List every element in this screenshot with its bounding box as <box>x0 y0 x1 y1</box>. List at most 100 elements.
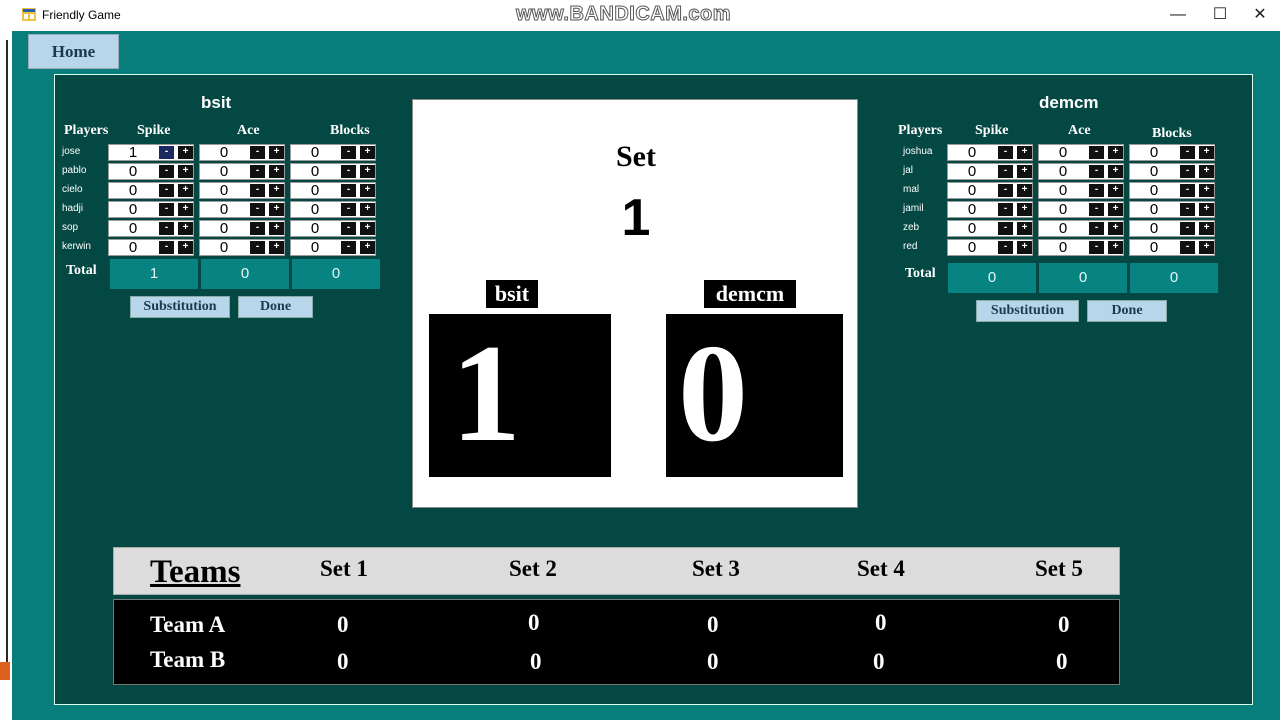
decrement-button[interactable]: - <box>998 203 1013 216</box>
increment-button[interactable]: + <box>1199 165 1214 178</box>
ace-value-input[interactable]: 0 <box>1039 221 1087 237</box>
decrement-button[interactable]: - <box>1089 222 1104 235</box>
decrement-button[interactable]: - <box>250 222 265 235</box>
decrement-button[interactable]: - <box>250 146 265 159</box>
increment-button[interactable]: + <box>360 146 375 159</box>
spike-value-input[interactable]: 0 <box>109 183 157 199</box>
increment-button[interactable]: + <box>360 184 375 197</box>
decrement-button[interactable]: - <box>341 184 356 197</box>
ace-value-input[interactable]: 0 <box>1039 145 1087 161</box>
minimize-button[interactable]: — <box>1158 4 1198 28</box>
increment-button[interactable]: + <box>1199 203 1214 216</box>
increment-button[interactable]: + <box>1108 222 1123 235</box>
decrement-button[interactable]: - <box>1089 146 1104 159</box>
team-b-substitution-button[interactable]: Substitution <box>976 300 1079 322</box>
increment-button[interactable]: + <box>1017 222 1032 235</box>
spike-value-input[interactable]: 0 <box>109 164 157 180</box>
blocks-value-input[interactable]: 0 <box>291 221 339 237</box>
ace-value-input[interactable]: 0 <box>200 164 248 180</box>
increment-button[interactable]: + <box>269 241 284 254</box>
increment-button[interactable]: + <box>1017 146 1032 159</box>
decrement-button[interactable]: - <box>1180 203 1195 216</box>
ace-value-input[interactable]: 0 <box>200 202 248 218</box>
decrement-button[interactable]: - <box>159 203 174 216</box>
decrement-button[interactable]: - <box>1180 184 1195 197</box>
ace-value-input[interactable]: 0 <box>200 240 248 256</box>
increment-button[interactable]: + <box>269 165 284 178</box>
ace-value-input[interactable]: 0 <box>200 145 248 161</box>
ace-value-input[interactable]: 0 <box>1039 240 1087 256</box>
blocks-value-input[interactable]: 0 <box>291 240 339 256</box>
team-b-done-button[interactable]: Done <box>1087 300 1167 322</box>
decrement-button[interactable]: - <box>341 241 356 254</box>
spike-value-input[interactable]: 1 <box>109 145 157 161</box>
decrement-button[interactable]: - <box>1180 241 1195 254</box>
increment-button[interactable]: + <box>178 222 193 235</box>
maximize-button[interactable]: ☐ <box>1200 4 1240 28</box>
blocks-value-input[interactable]: 0 <box>1130 240 1178 256</box>
decrement-button[interactable]: - <box>998 184 1013 197</box>
increment-button[interactable]: + <box>1199 222 1214 235</box>
increment-button[interactable]: + <box>178 165 193 178</box>
decrement-button[interactable]: - <box>341 222 356 235</box>
increment-button[interactable]: + <box>1199 184 1214 197</box>
decrement-button[interactable]: - <box>998 146 1013 159</box>
decrement-button[interactable]: - <box>1089 184 1104 197</box>
increment-button[interactable]: + <box>360 203 375 216</box>
increment-button[interactable]: + <box>1108 184 1123 197</box>
decrement-button[interactable]: - <box>341 203 356 216</box>
decrement-button[interactable]: - <box>159 165 174 178</box>
decrement-button[interactable]: - <box>250 203 265 216</box>
ace-value-input[interactable]: 0 <box>200 183 248 199</box>
ace-value-input[interactable]: 0 <box>1039 183 1087 199</box>
close-button[interactable]: ✕ <box>1240 4 1280 28</box>
increment-button[interactable]: + <box>269 222 284 235</box>
title-bar[interactable]: Friendly Game www.BANDICAM.com — ☐ ✕ <box>12 0 1280 31</box>
increment-button[interactable]: + <box>1017 184 1032 197</box>
decrement-button[interactable]: - <box>158 145 175 160</box>
increment-button[interactable]: + <box>269 184 284 197</box>
increment-button[interactable]: + <box>1199 241 1214 254</box>
blocks-value-input[interactable]: 0 <box>1130 202 1178 218</box>
decrement-button[interactable]: - <box>159 241 174 254</box>
increment-button[interactable]: + <box>1017 203 1032 216</box>
decrement-button[interactable]: - <box>341 165 356 178</box>
increment-button[interactable]: + <box>178 203 193 216</box>
spike-value-input[interactable]: 0 <box>948 183 996 199</box>
spike-value-input[interactable]: 0 <box>948 221 996 237</box>
spike-value-input[interactable]: 0 <box>109 221 157 237</box>
decrement-button[interactable]: - <box>341 146 356 159</box>
increment-button[interactable]: + <box>1108 203 1123 216</box>
ace-value-input[interactable]: 0 <box>1039 164 1087 180</box>
home-button[interactable]: Home <box>28 34 119 69</box>
decrement-button[interactable]: - <box>998 222 1013 235</box>
decrement-button[interactable]: - <box>1180 146 1195 159</box>
spike-value-input[interactable]: 0 <box>948 164 996 180</box>
decrement-button[interactable]: - <box>1180 222 1195 235</box>
team-a-substitution-button[interactable]: Substitution <box>130 296 230 318</box>
decrement-button[interactable]: - <box>159 222 174 235</box>
blocks-value-input[interactable]: 0 <box>1130 221 1178 237</box>
increment-button[interactable]: + <box>1017 241 1032 254</box>
decrement-button[interactable]: - <box>250 241 265 254</box>
increment-button[interactable]: + <box>178 146 193 159</box>
team-a-done-button[interactable]: Done <box>238 296 313 318</box>
decrement-button[interactable]: - <box>250 165 265 178</box>
spike-value-input[interactable]: 0 <box>109 202 157 218</box>
decrement-button[interactable]: - <box>998 165 1013 178</box>
increment-button[interactable]: + <box>178 241 193 254</box>
ace-value-input[interactable]: 0 <box>1039 202 1087 218</box>
decrement-button[interactable]: - <box>1089 203 1104 216</box>
decrement-button[interactable]: - <box>1089 241 1104 254</box>
increment-button[interactable]: + <box>1108 241 1123 254</box>
increment-button[interactable]: + <box>1199 146 1214 159</box>
decrement-button[interactable]: - <box>159 184 174 197</box>
spike-value-input[interactable]: 0 <box>948 202 996 218</box>
blocks-value-input[interactable]: 0 <box>1130 164 1178 180</box>
increment-button[interactable]: + <box>1108 146 1123 159</box>
increment-button[interactable]: + <box>269 146 284 159</box>
blocks-value-input[interactable]: 0 <box>1130 183 1178 199</box>
increment-button[interactable]: + <box>1017 165 1032 178</box>
spike-value-input[interactable]: 0 <box>948 240 996 256</box>
increment-button[interactable]: + <box>1108 165 1123 178</box>
